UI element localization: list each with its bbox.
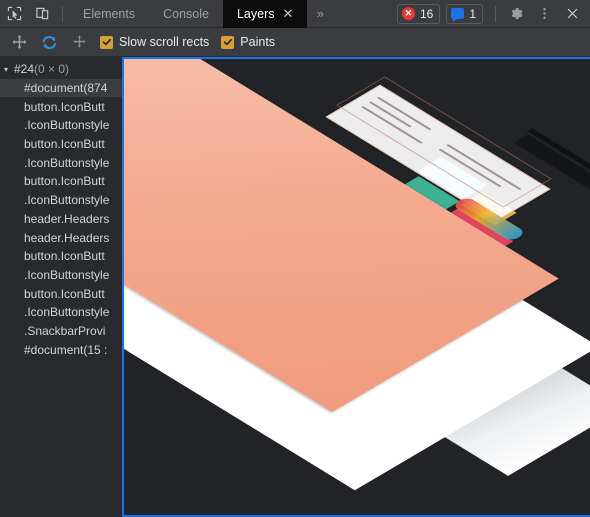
tree-row[interactable]: .IconButtonstyle: [0, 266, 122, 285]
tree-item-label: header.Headers: [24, 211, 110, 226]
reset-transform-icon-svg: [73, 35, 85, 48]
tree-row[interactable]: button.IconButt: [0, 97, 122, 116]
tab-layers-label: Layers: [236, 6, 275, 21]
message-count-label: 1: [469, 6, 476, 21]
layers-3d-viewport[interactable]: [122, 57, 590, 517]
tab-elements-label: Elements: [83, 6, 136, 21]
tree-row[interactable]: .SnackbarProvi: [0, 322, 122, 341]
tree-row[interactable]: .IconButtonstyle: [0, 303, 122, 322]
tab-elements[interactable]: Elements: [69, 0, 149, 28]
tree-item-label: button.IconButt: [24, 286, 105, 301]
tree-row[interactable]: button.IconButt: [0, 172, 122, 191]
checkbox-paints[interactable]: Paints: [221, 35, 275, 49]
devtools-toolbar: Elements Console Layers ✕ » ✕ 16 1: [0, 0, 590, 28]
layers-panel-body: ▾ #24(0 × 0) #document(874 button.IconBu…: [0, 57, 590, 517]
toolbar-divider-2: [495, 5, 496, 22]
checkbox-slow-scroll-rects-box[interactable]: [100, 35, 113, 49]
tree-root-detail: (0 × 0): [34, 62, 70, 77]
reset-transform-icon[interactable]: [64, 29, 94, 55]
tree-row[interactable]: header.Headers: [0, 210, 122, 229]
tree-item-label: #document(15 :: [24, 342, 108, 357]
tree-row[interactable]: .IconButtonstyle: [0, 116, 122, 135]
tree-root-label: #24(0 × 0): [14, 62, 69, 76]
check-mark-icon: [102, 38, 111, 46]
tab-console-label: Console: [163, 6, 209, 21]
pan-mode-icon[interactable]: [4, 29, 34, 55]
tree-root-name: #24: [14, 62, 35, 77]
tab-layers[interactable]: Layers ✕: [222, 0, 308, 28]
tree-row[interactable]: button.IconButt: [0, 135, 122, 154]
checkbox-slow-scroll-rects-label: Slow scroll rects: [119, 35, 210, 49]
kebab-menu-icon[interactable]: [530, 1, 558, 27]
tree-item-label: button.IconButt: [24, 99, 105, 114]
pan-mode-icon-svg: [11, 34, 27, 49]
tree-item-label: button.IconButt: [24, 249, 105, 264]
inspect-cursor-icon[interactable]: [0, 1, 28, 27]
tree-item-label: header.Headers: [24, 230, 110, 245]
layers-control-bar: Slow scroll rects Paints: [0, 28, 590, 57]
rotate-mode-icon-svg: [42, 35, 56, 49]
tree-item-label: .IconButtonstyle: [24, 118, 110, 133]
checkbox-slow-scroll-rects[interactable]: Slow scroll rects: [100, 35, 209, 49]
chevron-down-icon[interactable]: ▾: [4, 65, 14, 74]
close-icon-svg: [567, 8, 577, 19]
tree-row[interactable]: button.IconButt: [0, 284, 122, 303]
tree-row[interactable]: #document(15 :: [0, 340, 122, 359]
tree-row[interactable]: button.IconButt: [0, 247, 122, 266]
checkbox-paints-box[interactable]: [221, 35, 235, 49]
inspect-cursor-icon-svg: [7, 6, 21, 21]
gear-icon-svg: [511, 7, 523, 20]
toolbar-right-group: ✕ 16 1: [396, 1, 590, 27]
tree-item-label: button.IconButt: [24, 174, 105, 189]
rotate-mode-icon[interactable]: [34, 29, 64, 55]
tree-row[interactable]: header.Headers: [0, 228, 122, 247]
kebab-menu-icon-svg: [542, 7, 546, 20]
tree-row[interactable]: .IconButtonstyle: [0, 153, 122, 172]
error-count-badge[interactable]: ✕ 16: [396, 3, 441, 24]
tree-row[interactable]: .IconButtonstyle: [0, 191, 122, 210]
tree-item-label: .IconButtonstyle: [24, 267, 110, 282]
check-mark-icon-2: [223, 38, 232, 46]
tree-root-row[interactable]: ▾ #24(0 × 0): [0, 60, 122, 79]
device-toolbar-icon[interactable]: [28, 1, 56, 27]
error-circle-icon: ✕: [401, 7, 415, 20]
more-tabs-icon[interactable]: »: [307, 0, 333, 28]
tree-item-label: .IconButtonstyle: [24, 155, 110, 170]
message-bubble-icon: [451, 8, 465, 22]
tree-row[interactable]: #document(874: [0, 78, 122, 98]
layers-tree-sidebar[interactable]: ▾ #24(0 × 0) #document(874 button.IconBu…: [0, 57, 122, 517]
toolbar-divider: [62, 5, 63, 22]
devtools-window: Elements Console Layers ✕ » ✕ 16 1 Slow …: [0, 0, 590, 517]
gear-icon[interactable]: [502, 1, 530, 27]
tab-console[interactable]: Console: [149, 0, 223, 28]
error-count-label: 16: [419, 6, 434, 21]
tab-layers-close-icon[interactable]: ✕: [283, 7, 294, 20]
checkbox-paints-label: Paints: [240, 35, 276, 49]
panel-tabs: Elements Console Layers ✕: [69, 0, 308, 28]
tree-item-label: .IconButtonstyle: [24, 305, 110, 320]
tree-item-label: .IconButtonstyle: [24, 193, 110, 208]
tree-item-label: button.IconButt: [24, 137, 105, 152]
device-toolbar-icon-svg: [35, 7, 48, 20]
tree-item-label: #document(874: [24, 81, 108, 96]
message-count-badge[interactable]: 1: [446, 3, 483, 24]
tree-item-label: .SnackbarProvi: [24, 323, 106, 338]
close-icon[interactable]: [558, 1, 586, 27]
layers-3d-scene[interactable]: [124, 59, 590, 515]
